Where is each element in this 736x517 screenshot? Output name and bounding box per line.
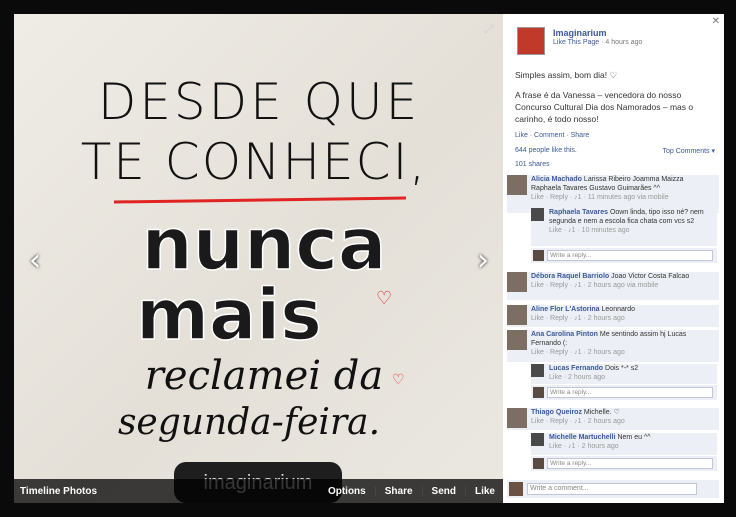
post-caption: Simples assim, bom dia! ♡ A frase é da V… <box>515 69 715 125</box>
comment: Aline Flor L'Astorina Leonnardo Like · Re… <box>507 305 719 327</box>
commenter-name[interactable]: Débora Raquel Barriolo <box>531 273 609 280</box>
reply-input[interactable]: Write a reply... <box>547 250 713 261</box>
commenter-name[interactable]: Aline Flor L'Astorina <box>531 306 600 313</box>
avatar[interactable] <box>507 272 527 292</box>
reply-box: Write a reply... <box>531 456 717 471</box>
avatar[interactable] <box>507 408 527 428</box>
comment-text: Nem eu ^^ <box>617 434 651 441</box>
comment-input[interactable]: Write a comment... <box>527 483 697 495</box>
write-comment-box: Write a comment... <box>507 480 719 498</box>
next-photo-button[interactable]: › <box>474 246 492 276</box>
album-title[interactable]: Timeline Photos <box>20 486 97 497</box>
photo-line-5: reclamei da <box>145 353 383 399</box>
commenter-name[interactable]: Ana Carolina Pinton <box>531 331 598 338</box>
page-subline: Like This Page · 4 hours ago <box>553 39 642 46</box>
close-icon[interactable]: ✕ <box>712 16 720 27</box>
likes-row: 644 people like this. Top Comments ▾ <box>515 147 715 160</box>
commenter-name[interactable]: Raphaela Tavares <box>549 209 608 216</box>
avatar[interactable] <box>531 433 544 446</box>
comments-sidebar: ✕ Imaginarium Like This Page · 4 hours a… <box>503 14 724 503</box>
caption-line-1: Simples assim, bom dia! ♡ <box>515 70 618 80</box>
photo-line-2: TE CONHECI, <box>81 133 427 191</box>
commenter-name[interactable]: Alicia Machado <box>531 176 582 183</box>
comment: Ana Carolina Pinton Me sentindo assim hj… <box>507 330 719 362</box>
avatar[interactable] <box>507 175 527 195</box>
photo-action-bar: Timeline Photos Options Share Send Like <box>14 479 503 503</box>
photo-line-4: mais <box>136 274 322 356</box>
caption-line-2: A frase é da Vanessa – vencedora do noss… <box>515 90 694 124</box>
comment: Débora Raquel Barriolo Joao Victor Costa… <box>507 272 719 300</box>
comment-meta[interactable]: Like · ♪1 · 2 hours ago <box>549 442 715 451</box>
comment-text: Dois *-* s2 <box>605 365 639 372</box>
comment-meta[interactable]: Like · Reply · ♪1 · 2 hours ago via mobi… <box>531 281 715 290</box>
comment-meta[interactable]: Like · Reply · ♪1 · 11 minutes ago via m… <box>531 193 715 202</box>
reply: Michelle Martuchelli Nem eu ^^ Like · ♪1 … <box>531 433 717 455</box>
comment-meta[interactable]: Like · Reply · ♪1 · 2 hours ago <box>531 314 715 323</box>
page-avatar[interactable] <box>517 27 545 55</box>
avatar <box>533 250 544 261</box>
avatar <box>533 387 544 398</box>
like-count[interactable]: 644 people like this. <box>515 147 577 154</box>
shares-count[interactable]: 101 shares <box>515 161 550 168</box>
avatar <box>533 458 544 469</box>
comment-meta[interactable]: Like · Reply · ♪1 · 2 hours ago <box>531 348 715 357</box>
comment-meta[interactable]: Like · ♪1 · 10 minutes ago <box>549 226 715 235</box>
comment-meta[interactable]: Like · Reply · ♪1 · 2 hours ago <box>531 417 715 426</box>
reply: Lucas Fernando Dois *-* s2 Like · 2 hours… <box>531 364 717 384</box>
like-button[interactable]: Like <box>464 486 495 497</box>
photo-viewer: DESDE QUE TE CONHECI, nunca mais ♡ ♡ rec… <box>14 14 724 503</box>
comment-text: Joao Victor Costa Falcao <box>611 273 690 280</box>
send-button[interactable]: Send <box>421 486 456 497</box>
commenter-name[interactable]: Thiago Queiroz <box>531 409 582 416</box>
top-comments-dropdown[interactable]: Top Comments ▾ <box>662 147 715 155</box>
reply-box: Write a reply... <box>531 248 717 263</box>
commenter-name[interactable]: Lucas Fernando <box>549 365 603 372</box>
comment-meta[interactable]: Like · 2 hours ago <box>549 373 715 382</box>
avatar[interactable] <box>507 330 527 350</box>
reply-input[interactable]: Write a reply... <box>547 387 713 398</box>
photo-line-1: DESDE QUE <box>98 73 420 131</box>
post-time: · 4 hours ago <box>601 39 643 46</box>
photo-line-6: segunda-feira. <box>118 402 380 443</box>
comment-text: Michelle. ♡ <box>583 409 620 416</box>
comment-text: Leonnardo <box>601 306 635 313</box>
avatar[interactable] <box>531 364 544 377</box>
avatar <box>509 482 523 496</box>
photo-artwork: DESDE QUE TE CONHECI, nunca mais ♡ ♡ rec… <box>81 73 427 503</box>
reply: Raphaela Tavares Oown linda, tipo isso n… <box>531 208 717 246</box>
comment: Thiago Queiroz Michelle. ♡ Like · Reply ·… <box>507 408 719 430</box>
page-name[interactable]: Imaginarium <box>553 28 607 38</box>
fullscreen-icon[interactable]: ⤢ <box>484 22 494 37</box>
photo-heart-1: ♡ <box>376 288 392 309</box>
like-page-link[interactable]: Like This Page <box>553 39 599 46</box>
options-button[interactable]: Options <box>328 486 366 497</box>
post-actions[interactable]: Like · Comment · Share <box>515 132 589 139</box>
photo[interactable]: DESDE QUE TE CONHECI, nunca mais ♡ ♡ rec… <box>14 14 503 503</box>
avatar[interactable] <box>507 305 527 325</box>
reply-box: Write a reply... <box>531 385 717 400</box>
reply-input[interactable]: Write a reply... <box>547 458 713 469</box>
photo-heart-2: ♡ <box>392 372 405 388</box>
previous-photo-button[interactable]: ‹ <box>26 246 44 276</box>
commenter-name[interactable]: Michelle Martuchelli <box>549 434 616 441</box>
share-button[interactable]: Share <box>374 486 413 497</box>
avatar[interactable] <box>531 208 544 221</box>
